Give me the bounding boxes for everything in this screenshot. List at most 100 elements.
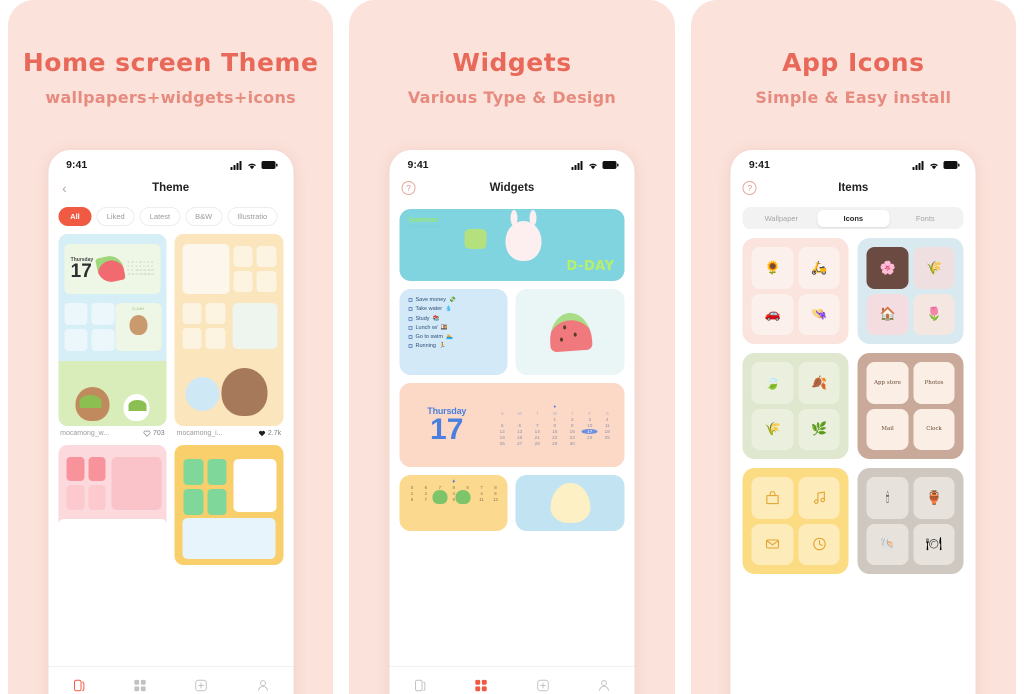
todo-items: Save money 💸 Take water 💧 Study 📚 Lunch w/🍱…: [399, 289, 508, 349]
widget-calendar[interactable]: Thursday 17 ♦ S M T W T F S 1 2 3 4 5 6 …: [399, 383, 625, 467]
icon-pack-mint[interactable]: 🌸 🌾 🏠 🌷: [857, 238, 964, 344]
card-likes[interactable]: 2.7k: [259, 430, 281, 437]
profile-icon: [598, 679, 609, 691]
theme-preview[interactable]: [174, 445, 284, 565]
pack-icon: 🌻: [751, 247, 794, 289]
preview-wallpaper-art: [58, 360, 167, 426]
app-icon: [256, 270, 277, 292]
tab-my[interactable]: My: [232, 679, 293, 694]
theme-preview[interactable]: Thursday 17 SMTWTFS 1234567 8 9 10 11 12 13 14…: [58, 234, 167, 426]
melon-hat-icon: [79, 394, 102, 408]
app-icon: [207, 459, 227, 485]
todo-text: Take water: [415, 306, 443, 313]
widget-todo-list[interactable]: Save money 💸 Take water 💧 Study 📚 Lunch w/🍱…: [399, 289, 508, 375]
theme-card-item[interactable]: Thursday 17 SMTWTFS 1234567 8 9 10 11 12 13 14…: [58, 234, 167, 437]
checkbox-icon[interactable]: [408, 325, 413, 330]
calendar-header: T: [535, 411, 539, 416]
todo-item[interactable]: Study 📚: [408, 316, 502, 322]
panel-subtitle: wallpapers+widgets+icons: [45, 88, 296, 107]
phone-mockup-widgets: 9:41 ? Widgets Summer The summer D-DAY S…: [389, 150, 635, 694]
app-icon: [64, 329, 88, 352]
widget-frog-calendar[interactable]: ♦ 5678978 1234545 6789101112: [399, 475, 508, 531]
filter-chip-liked[interactable]: Liked: [96, 207, 135, 226]
filter-chip-all[interactable]: All: [58, 207, 92, 226]
tab-my[interactable]: My: [573, 679, 634, 694]
todo-item[interactable]: Go to swim 🏊: [408, 334, 502, 340]
nav-bar: ? Items: [731, 173, 976, 203]
preview-photo-widget: [182, 243, 230, 294]
pack-icon-label: Mail: [866, 408, 909, 450]
pack-icon: 🚗: [751, 293, 794, 335]
page-title: Theme: [152, 182, 190, 194]
calendar-day-number: 17: [430, 412, 464, 446]
icon-pack-grid: 🌻 🛵 🚗 👒 🌸 🌾 🏠 🌷 🍃 🍂 🌾 🌿 App store Photos…: [731, 229, 976, 574]
tab-widgets[interactable]: Widgets: [451, 679, 512, 694]
todo-emoji: 💧: [445, 306, 452, 313]
checkbox-icon[interactable]: [408, 298, 413, 302]
preview-todo-widget: [182, 518, 276, 559]
icon-pack-amber[interactable]: [742, 468, 849, 574]
filter-chip-illustration[interactable]: Illustratio: [227, 207, 278, 226]
todo-item[interactable]: Save money 💸: [408, 297, 502, 303]
segment-icons[interactable]: Icons: [817, 209, 890, 227]
app-icon: [256, 245, 277, 267]
filter-chip-latest[interactable]: Latest: [139, 207, 181, 226]
todo-item[interactable]: Running 🏃: [408, 343, 502, 349]
todo-item[interactable]: Lunch w/🍱: [408, 325, 502, 331]
theme-card-grid: Thursday 17 SMTWTFS 1234567 8 9 10 11 12 13 14…: [48, 232, 293, 565]
icon-pack-brown-text[interactable]: App store Photos Mail Clock: [857, 353, 964, 459]
checkbox-icon[interactable]: [408, 316, 413, 321]
pack-icon-label: Photos: [913, 362, 955, 404]
bunny-illustration: [505, 209, 542, 261]
checkbox-icon[interactable]: [408, 335, 413, 340]
segment-fonts[interactable]: Fonts: [889, 210, 961, 227]
widget-soft-cream[interactable]: [515, 475, 625, 531]
theme-preview[interactable]: [58, 445, 167, 565]
watermelon-icon: [547, 311, 593, 353]
todo-text: Save money: [415, 297, 447, 303]
segment-wallpaper[interactable]: Wallpaper: [745, 210, 817, 227]
back-button[interactable]: ‹: [62, 181, 67, 195]
todo-item[interactable]: Take water 💧: [408, 306, 502, 312]
pack-icon: 🍂: [798, 362, 840, 404]
pack-icon: 🌷: [913, 293, 955, 335]
dday-badge: D-DAY: [566, 259, 615, 274]
theme-preview[interactable]: [174, 234, 284, 426]
widget-summer-dday[interactable]: Summer The summer D-DAY: [399, 209, 625, 281]
calendar-header: M: [517, 411, 522, 416]
help-icon[interactable]: ?: [401, 181, 416, 195]
calendar-cell: 29: [552, 441, 558, 446]
widget-watermelon[interactable]: [515, 289, 625, 375]
filter-chip-bw[interactable]: B&W: [185, 207, 223, 226]
icon-pack-stone[interactable]: 🕯 🏺 🐚 🍽: [857, 468, 964, 574]
heart-filled-icon: [259, 430, 266, 437]
phone-mockup-theme: 9:41 ‹ Theme All Liked Latest B&W Illust…: [48, 150, 294, 694]
icon-pack-peach[interactable]: 🌻 🛵 🚗 👒: [742, 238, 849, 344]
tab-theme[interactable]: Theme: [389, 679, 450, 694]
filter-chip-row: All Liked Latest B&W Illustratio: [48, 203, 293, 232]
help-icon[interactable]: ?: [742, 181, 757, 195]
preview-icon-row: [66, 457, 106, 510]
preview-day-number: 17: [70, 261, 92, 282]
checkbox-icon[interactable]: [408, 344, 413, 349]
page-title: Widgets: [489, 182, 535, 194]
calendar-cell-today: 17: [581, 429, 598, 434]
checkbox-icon[interactable]: [408, 307, 413, 312]
wifi-icon: [930, 163, 939, 169]
theme-card-item[interactable]: mocamong_i... 2.7k: [174, 234, 284, 437]
mail-icon: [751, 523, 794, 565]
tab-items[interactable]: Items: [512, 679, 573, 694]
icon-pack-sage[interactable]: 🍃 🍂 🌾 🌿: [742, 353, 849, 459]
bottom-tab-bar: Theme Widgets Items My: [389, 666, 635, 694]
tab-widgets[interactable]: Widgets: [109, 679, 170, 694]
status-time: 9:41: [66, 159, 88, 171]
card-likes[interactable]: 703: [144, 430, 165, 437]
tab-theme[interactable]: Theme: [48, 679, 109, 694]
app-icon: [205, 328, 226, 350]
fan-illustration: [185, 376, 220, 411]
app-icon: [182, 303, 202, 325]
tab-items[interactable]: Items: [171, 679, 232, 694]
app-icon: [182, 328, 202, 350]
nav-bar: ‹ Theme: [48, 173, 293, 203]
app-icon: [64, 303, 88, 326]
